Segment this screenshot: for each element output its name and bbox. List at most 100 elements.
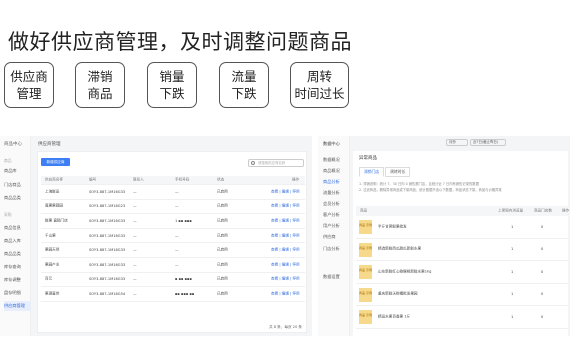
- cell-name: 半斤甘蔗鲜果批发: [378, 224, 407, 229]
- cell-name: 百元: [45, 276, 53, 281]
- page-title: 供应商管理: [38, 142, 61, 147]
- sidebar-item-active[interactable]: 商品分析: [323, 179, 340, 185]
- tag-line: 滞销: [87, 69, 113, 84]
- cell-status: 已启用: [217, 276, 228, 281]
- sidebar-item[interactable]: 数据设置: [323, 274, 340, 280]
- pagination: 共 8 条，每页 20 条: [269, 325, 302, 329]
- table-row: 商品 示例 半斤甘蔗鲜果批发 1 0: [356, 216, 568, 239]
- tag-line: 流量: [231, 69, 257, 84]
- row-actions[interactable]: 查看 | 编辑 | 停用: [271, 291, 300, 296]
- col-header: 商品: [360, 208, 368, 213]
- product-thumbnail: 商品 示例: [359, 310, 372, 324]
- sidebar-item[interactable]: 商品入库: [4, 238, 21, 244]
- row-actions[interactable]: 查看 | 编辑 | 停用: [271, 189, 300, 194]
- sidebar-item[interactable]: 门店分析: [323, 246, 340, 252]
- sidebar-item[interactable]: 商品品类: [4, 195, 21, 201]
- sidebar-item-supplier-active[interactable]: 供应商管理: [4, 301, 31, 311]
- content-panel: 新增供应商 请搜索供应商名称 供应商名称 编号 联系人 手机号码 状态 操作 上…: [37, 151, 307, 333]
- cell-name: 嘉果果蔬园: [45, 203, 63, 208]
- cell-phone: —: [175, 204, 179, 209]
- tag-traffic-drop: 流量 下跌: [219, 62, 269, 108]
- search-input[interactable]: 请搜索供应商名称: [248, 159, 304, 167]
- col-header: 操作: [292, 177, 300, 182]
- table-row: 千山果 SOY3-887-1M16G33 — — 已启用 查看 | 编辑 | 停用: [41, 229, 305, 244]
- cell-views: 1: [511, 269, 514, 274]
- table-row: 商品 示例 精品水果百香果 1斤 1 0: [356, 306, 568, 329]
- cell-status: 已启用: [217, 262, 228, 267]
- cell-views: 1: [511, 314, 514, 319]
- panel-title: 异常商品: [359, 156, 377, 161]
- cell-contact: —: [133, 189, 137, 194]
- cell-phone: —: [175, 262, 179, 267]
- sidebar-item[interactable]: 供应商: [323, 234, 336, 240]
- col-header: 联系人: [133, 177, 144, 182]
- tag-line: 周转: [306, 69, 332, 84]
- col-header: 上架周内浏览量: [498, 208, 524, 213]
- sidebar-item[interactable]: 门店商品: [4, 182, 21, 188]
- note-line: 1. 滞销说明：统计 7、30 日内 0 销售额门店，且统计近 7 日内有销售记…: [359, 182, 479, 186]
- cell-contact: —: [133, 204, 137, 209]
- cell-phone: ▪ ▪▪ ▪▪▪: [175, 277, 192, 282]
- row-actions[interactable]: 查看 | 编辑 | 停用: [271, 233, 300, 238]
- tab-slow-moving[interactable]: 滞销门店: [359, 167, 385, 177]
- table-row: 百元 SOY3-887-1M16G33 — ▪ ▪▪ ▪▪▪ 已启用 查看 | 编辑 | …: [41, 273, 305, 288]
- cell-phone: —: [175, 248, 179, 253]
- cell-contact: —: [133, 218, 137, 223]
- cell-code: SOY3-887-1M16G23: [89, 204, 126, 209]
- col-header: 操作: [562, 208, 570, 213]
- cell-code: SOY3-887-1M16G33: [89, 262, 126, 267]
- cell-views: 1: [511, 224, 514, 229]
- row-actions[interactable]: 查看 | 编辑 | 停用: [271, 204, 300, 209]
- cell-phone: —: [175, 189, 179, 194]
- row-actions[interactable]: 查看 | 编辑 | 停用: [271, 218, 300, 223]
- cell-name: 果园产业: [45, 262, 60, 267]
- table-row: 果园天然 SOY3-887-1M16G33 — — 已启用 查看 | 编辑 | 停用: [41, 243, 305, 258]
- table-header: 商品 上架周内浏览量 商品门店数 操作: [356, 206, 570, 216]
- sidebar-item[interactable]: 商品概况: [323, 168, 340, 174]
- col-header: 编号: [89, 177, 97, 182]
- note-line: 2. 过滤商品，删除异常商品或下架商品，统计数据不含以下数据，商品状态下架，商品…: [359, 188, 502, 192]
- product-thumbnail: 商品 示例: [359, 242, 372, 257]
- cell-contact: —: [133, 262, 137, 267]
- sidebar-section: 采购: [4, 212, 12, 217]
- sidebar-item[interactable]: 客户分析: [323, 212, 340, 218]
- table-row: 果园产业 SOY3-887-1M16G33 — — 已启用 查看 | 编辑 | 停用: [41, 258, 305, 273]
- content-panel: 异常商品 滞销门店 周转时长 1. 滞销说明：统计 7、30 日内 0 销售额门店…: [353, 151, 570, 336]
- sidebar-item[interactable]: 库存查询: [4, 264, 21, 270]
- cell-phone: 1 ▪▪ ▪▪▪: [175, 218, 192, 223]
- period-select[interactable]: 月份: [446, 139, 468, 146]
- tab-bar: 滞销门店 周转时长: [359, 167, 411, 177]
- tag-line: 销量: [159, 69, 185, 84]
- sidebar-item[interactable]: 商品信息: [4, 225, 21, 231]
- col-header: 商品门店数: [534, 208, 552, 213]
- tag-line: 管理: [16, 86, 42, 101]
- range-select[interactable]: 近7日(截止昨日): [470, 139, 506, 146]
- table-row: 果源直供 SOY3-887-1M16G54 — ▪▪ ▪▪▪ ▪▪ 已启用 查看 | 编辑…: [41, 287, 305, 302]
- table-row: 商品 示例 重庆新鲜沃柑橘批发果园 1 0: [356, 284, 568, 306]
- sidebar-item[interactable]: 流量分析: [323, 190, 340, 196]
- sidebar-item[interactable]: 数据概况: [323, 157, 340, 163]
- cell-name: 千山果: [45, 233, 56, 238]
- tag-turnover: 周转 时间过长: [290, 62, 349, 108]
- sidebar-item[interactable]: 会员分析: [323, 201, 340, 207]
- row-actions[interactable]: 查看 | 编辑 | 停用: [271, 262, 300, 267]
- row-actions[interactable]: 查看 | 编辑 | 停用: [271, 277, 300, 282]
- cell-stores: 0: [541, 269, 544, 274]
- row-actions[interactable]: 查看 | 编辑 | 停用: [271, 248, 300, 253]
- cell-contact: —: [133, 233, 137, 238]
- tag-line: 下跌: [231, 86, 257, 101]
- sidebar-item[interactable]: 商品库: [4, 168, 17, 174]
- sidebar-item[interactable]: 用户分析: [323, 223, 340, 229]
- tag-supplier: 供应商 管理: [4, 62, 54, 108]
- table-row: 鲜果 直销门店 SOY3-887-1M16G33 — 1 ▪▪ ▪▪▪ 已启用 查看 | …: [41, 214, 305, 229]
- cell-name: 果源直供: [45, 291, 60, 296]
- add-supplier-button[interactable]: 新增供应商: [41, 158, 70, 166]
- cell-status: 已启用: [217, 247, 228, 252]
- sidebar-item[interactable]: 库存调整: [4, 277, 21, 283]
- search-placeholder: 请搜索供应商名称: [258, 161, 286, 165]
- sidebar-item[interactable]: 商品品类: [4, 251, 21, 257]
- page: 做好供应商管理，及时调整问题商品 供应商 管理 滞销 商品 销量 下跌 流量 下跌 周转…: [0, 0, 570, 360]
- sidebar: 商品中心 商品 商品库 门店商品 商品品类 采购 商品信息 商品入库 商品品类 …: [0, 136, 31, 336]
- tab-turnover[interactable]: 周转时长: [385, 167, 411, 177]
- sidebar-item[interactable]: 盘存明细: [4, 290, 21, 296]
